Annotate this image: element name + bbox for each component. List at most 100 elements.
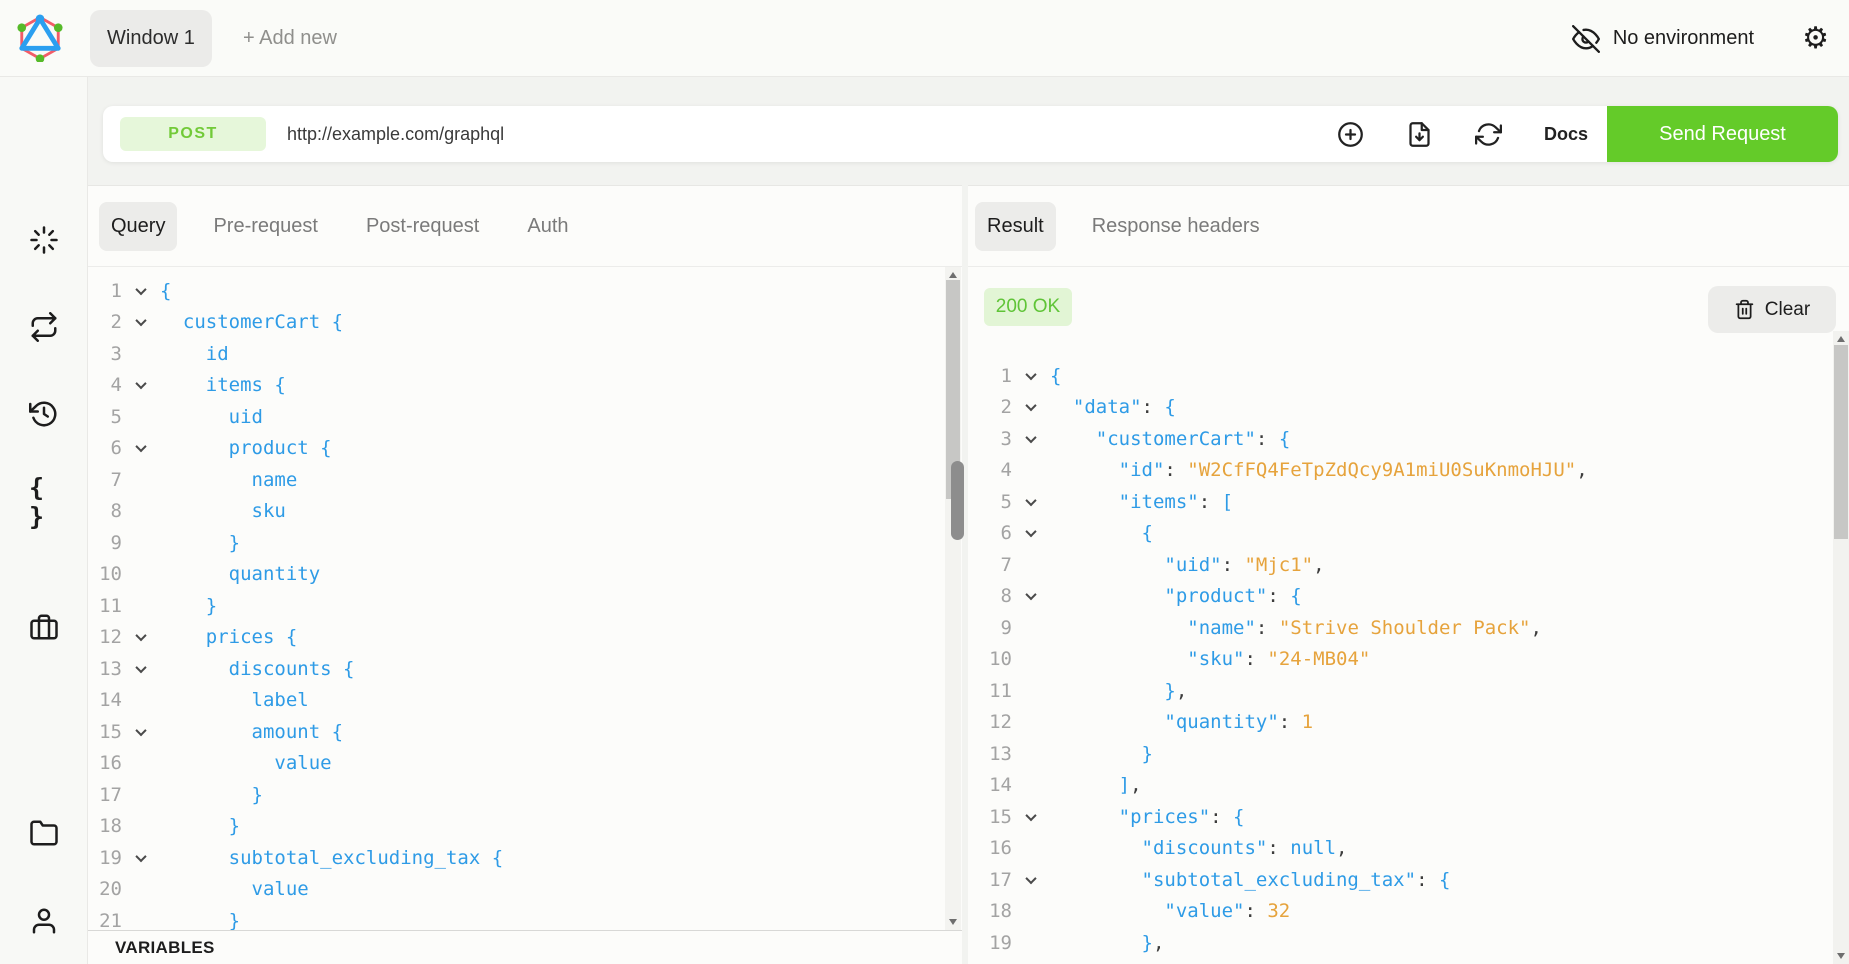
code-line[interactable]: 10 quantity [88,559,944,591]
code-line[interactable]: 10 "sku": "24-MB04" [968,644,1833,676]
code-line[interactable]: 14 ], [968,770,1833,802]
code-line[interactable]: 17 } [88,779,944,811]
line-number: 2 [88,311,122,333]
fold-chevron-icon[interactable] [1012,435,1050,443]
code-line[interactable]: 9 } [88,527,944,559]
reload-docs-button[interactable] [1475,121,1502,148]
code-line[interactable]: 5 "items": [ [968,486,1833,518]
scroll-up-arrow-icon[interactable] [1837,336,1845,342]
line-number: 9 [968,617,1012,639]
fold-chevron-icon[interactable] [1012,372,1050,380]
code-line[interactable]: 18 "value": 32 [968,896,1833,928]
trash-icon [1734,298,1755,321]
scroll-down-arrow-icon[interactable] [949,919,957,925]
tab-result[interactable]: Result [975,202,1056,251]
fold-chevron-icon[interactable] [1012,813,1050,821]
tab-post-request[interactable]: Post-request [354,202,491,251]
code-line[interactable]: 16 "discounts": null, [968,833,1833,865]
add-new-window-button[interactable]: + Add new [243,0,337,77]
scrollbar-thumb[interactable] [1834,345,1848,539]
url-input[interactable] [287,106,1187,162]
code-line[interactable]: 9 "name": "Strive Shoulder Pack", [968,612,1833,644]
fold-chevron-icon[interactable] [122,633,160,641]
loader-icon[interactable] [29,225,59,255]
folder-icon[interactable] [29,818,59,848]
tab-auth[interactable]: Auth [515,202,580,251]
code-line[interactable]: 4 items { [88,370,944,402]
code-line[interactable]: 8 "product": { [968,581,1833,613]
settings-button[interactable]: ⚙ [1802,0,1829,77]
variables-label: VARIABLES [115,938,215,958]
code-line[interactable]: 21 } [88,905,944,930]
line-number: 19 [968,932,1012,954]
code-line[interactable]: 12 "quantity": 1 [968,707,1833,739]
code-line[interactable]: 13 } [968,738,1833,770]
code-line[interactable]: 17 "subtotal_excluding_tax": { [968,864,1833,896]
code-line[interactable]: 19 subtotal_excluding_tax { [88,842,944,874]
send-request-button[interactable]: Send Request [1607,106,1838,162]
window-tab[interactable]: Window 1 [90,10,212,67]
code-line[interactable]: 8 sku [88,496,944,528]
docs-button[interactable]: Docs [1544,124,1588,145]
code-line[interactable]: 2 "data": { [968,392,1833,424]
code-line[interactable]: 20 value [88,874,944,906]
scroll-up-arrow-icon[interactable] [949,272,957,278]
code-line[interactable]: 3 id [88,338,944,370]
line-number: 10 [968,648,1012,670]
result-viewer-scrollbar[interactable] [1833,331,1849,964]
code-line[interactable]: 2 customerCart { [88,307,944,339]
code-line[interactable]: 14 label [88,685,944,717]
add-to-collection-button[interactable] [1337,121,1364,148]
line-number: 18 [968,900,1012,922]
fold-chevron-icon[interactable] [122,665,160,673]
code-line[interactable]: 13 discounts { [88,653,944,685]
scroll-down-arrow-icon[interactable] [1837,953,1845,959]
tab-query[interactable]: Query [99,202,177,251]
repeat-icon[interactable] [29,312,59,342]
code-line[interactable]: 4 "id": "W2CfFQ4FeTpZdQcy9A1miU0SuKnmoHJ… [968,455,1833,487]
code-line[interactable]: 15 "prices": { [968,801,1833,833]
fold-chevron-icon[interactable] [1012,529,1050,537]
code-line[interactable]: 6 { [968,518,1833,550]
code-line[interactable]: 11 }, [968,675,1833,707]
fold-chevron-icon[interactable] [122,728,160,736]
code-line[interactable]: 12 prices { [88,622,944,654]
code-line[interactable]: 1{ [88,275,944,307]
fold-chevron-icon[interactable] [122,381,160,389]
clear-result-button[interactable]: Clear [1708,286,1836,333]
query-editor[interactable]: 1{2 customerCart {3 id4 items {5 uid6 pr… [88,267,944,930]
code-line[interactable]: 7 name [88,464,944,496]
query-editor-scrollbar[interactable] [945,267,961,930]
environment-selector[interactable]: No environment [1572,0,1754,77]
code-line[interactable]: 15 amount { [88,716,944,748]
code-line[interactable]: 5 uid [88,401,944,433]
fold-chevron-icon[interactable] [122,854,160,862]
fold-chevron-icon[interactable] [122,444,160,452]
code-line[interactable]: 7 "uid": "Mjc1", [968,549,1833,581]
briefcase-icon[interactable] [29,612,59,642]
code-line[interactable]: 6 product { [88,433,944,465]
editor-overlay-scrollbar-thumb[interactable] [951,461,964,540]
curly-braces-icon[interactable]: { } [29,487,59,517]
code-line[interactable]: 16 value [88,748,944,780]
fold-chevron-icon[interactable] [122,318,160,326]
history-icon[interactable] [29,399,59,429]
tab-response-headers[interactable]: Response headers [1080,202,1272,251]
fold-chevron-icon[interactable] [1012,403,1050,411]
result-viewer[interactable]: 1{2 "data": {3 "customerCart": {4 "id": … [968,356,1833,964]
http-method-selector[interactable]: POST [120,117,266,151]
code-line[interactable]: 11 } [88,590,944,622]
fold-chevron-icon[interactable] [1012,592,1050,600]
code-line[interactable]: 19 }, [968,927,1833,959]
variables-section-header[interactable]: VARIABLES [88,930,962,964]
user-icon[interactable] [29,906,59,936]
code-line[interactable]: 3 "customerCart": { [968,423,1833,455]
export-window-button[interactable] [1406,121,1433,148]
tab-pre-request[interactable]: Pre-request [201,202,330,251]
fold-chevron-icon[interactable] [1012,876,1050,884]
fold-chevron-icon[interactable] [1012,498,1050,506]
code-text: quantity [160,563,944,585]
code-line[interactable]: 1{ [968,360,1833,392]
fold-chevron-icon[interactable] [122,287,160,295]
code-line[interactable]: 18 } [88,811,944,843]
